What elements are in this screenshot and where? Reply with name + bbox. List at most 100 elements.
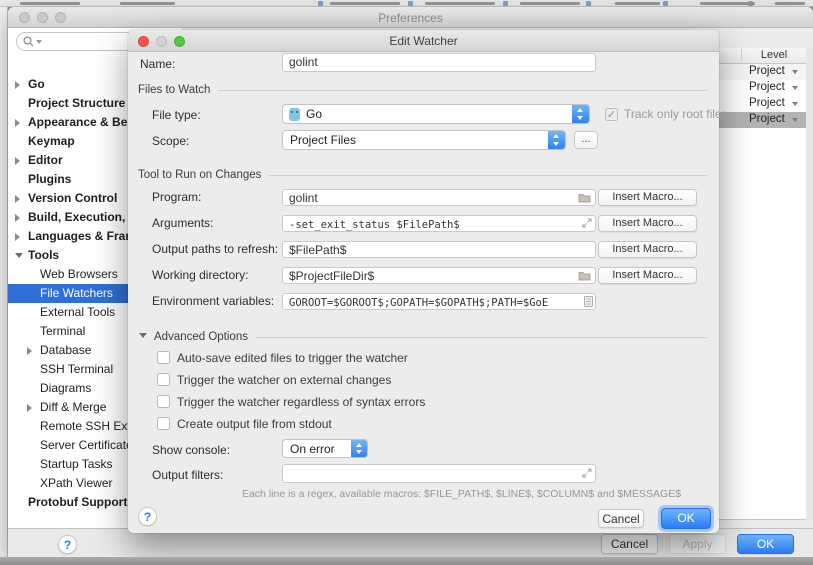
background-editor-tabs <box>0 0 813 7</box>
stepper-icon[interactable] <box>351 440 367 457</box>
level-select[interactable]: Project <box>749 113 785 125</box>
tab-text <box>520 2 580 5</box>
expand-icon[interactable] <box>582 468 592 478</box>
advanced-options-section[interactable]: Advanced Options <box>154 331 707 343</box>
chevron-right-icon[interactable] <box>15 214 20 222</box>
dialog-title: Edit Watcher <box>128 34 719 48</box>
arguments-label: Arguments: <box>152 215 213 232</box>
go-filetype-icon <box>289 108 300 121</box>
level-select[interactable]: Project <box>749 97 785 109</box>
help-button[interactable]: ? <box>58 535 77 554</box>
output-filters-hint: Each line is a regex, available macros: … <box>218 488 705 500</box>
screen: Preferences Go Project Structure Appeara… <box>0 0 813 565</box>
chevron-down-icon[interactable] <box>792 70 798 74</box>
preferences-titlebar[interactable]: Preferences <box>8 7 813 28</box>
show-console-value: On error <box>290 442 335 457</box>
section-label: Files to Watch <box>138 84 210 96</box>
chevron-right-icon[interactable] <box>15 119 20 127</box>
files-to-watch-section: Files to Watch <box>138 84 707 96</box>
show-console-select[interactable]: On error <box>282 439 368 458</box>
scope-label: Scope: <box>152 133 189 150</box>
output-filters-field[interactable] <box>282 464 596 483</box>
chevron-right-icon[interactable] <box>15 233 20 241</box>
insert-macro-button[interactable]: Insert Macro... <box>598 215 697 232</box>
name-label: Name: <box>140 56 175 73</box>
scope-value: Project Files <box>290 133 356 148</box>
insert-macro-button[interactable]: Insert Macro... <box>598 267 697 284</box>
file-icon <box>318 1 323 6</box>
folder-icon[interactable] <box>578 270 591 281</box>
folder-icon[interactable] <box>578 192 591 203</box>
expand-icon[interactable] <box>582 218 592 228</box>
output-paths-label: Output paths to refresh: <box>152 241 278 258</box>
dialog-titlebar[interactable]: Edit Watcher <box>128 30 719 52</box>
chevron-down-icon[interactable] <box>15 253 23 258</box>
cancel-button[interactable]: Cancel <box>601 534 658 554</box>
external-changes-checkbox[interactable] <box>157 373 170 386</box>
file-type-select[interactable]: Go <box>282 104 590 124</box>
stepper-icon[interactable] <box>572 105 589 123</box>
section-divider <box>269 175 707 176</box>
chevron-right-icon[interactable] <box>15 157 20 165</box>
autosave-checkbox[interactable] <box>157 351 170 364</box>
chevron-right-icon[interactable] <box>15 81 20 89</box>
level-select[interactable]: Project <box>749 65 785 77</box>
file-type-label: File type: <box>152 107 201 124</box>
working-directory-field[interactable]: $ProjectFileDir$ <box>282 267 596 284</box>
chevron-right-icon[interactable] <box>15 195 20 203</box>
window-right-edge <box>806 48 813 520</box>
show-console-label: Show console: <box>152 442 230 459</box>
search-icon <box>23 36 34 47</box>
section-divider <box>218 90 707 91</box>
output-filters-label: Output filters: <box>152 467 223 484</box>
environment-variables-field[interactable]: GOROOT=$GOROOT$;GOPATH=$GOPATH$;PATH=$Go… <box>282 293 596 310</box>
level-header-label: Level <box>741 49 806 61</box>
tab-text <box>20 2 80 5</box>
chevron-down-icon[interactable] <box>792 118 798 122</box>
scope-browse-button[interactable]: ... <box>574 131 598 149</box>
chevron-right-icon[interactable] <box>27 347 32 355</box>
program-field[interactable]: golint <box>282 189 596 206</box>
section-label: Advanced Options <box>154 331 248 343</box>
chevron-down-icon[interactable] <box>139 333 147 338</box>
insert-macro-button[interactable]: Insert Macro... <box>598 189 697 206</box>
tab-text <box>425 2 495 5</box>
tool-section: Tool to Run on Changes <box>138 169 707 181</box>
output-paths-field[interactable]: $FilePath$ <box>282 241 596 258</box>
syntax-errors-checkbox[interactable] <box>157 395 170 408</box>
arguments-field[interactable]: -set_exit_status $FilePath$ <box>282 215 596 232</box>
chevron-right-icon[interactable] <box>27 404 32 412</box>
tab-text <box>615 2 660 5</box>
file-type-value: Go <box>306 107 322 122</box>
chevron-down-icon[interactable] <box>792 86 798 90</box>
help-button[interactable]: ? <box>138 507 157 526</box>
name-field[interactable]: golint <box>282 53 596 72</box>
track-only-root-checkbox: ✓ <box>605 108 618 121</box>
tab-text <box>775 2 805 5</box>
chevron-down-icon[interactable] <box>792 102 798 106</box>
tab-text <box>120 2 175 5</box>
environment-variables-label: Environment variables: <box>152 293 274 310</box>
browse-variables-icon[interactable] <box>584 296 593 307</box>
tab-text <box>330 2 400 5</box>
desktop-strip <box>0 557 813 565</box>
section-divider <box>256 337 707 338</box>
ok-button[interactable]: OK <box>737 534 794 554</box>
ok-button[interactable]: OK <box>661 508 711 529</box>
working-directory-label: Working directory: <box>152 267 248 284</box>
edit-watcher-dialog: Edit Watcher Name: golint Files to Watch… <box>128 30 719 533</box>
tab-text <box>700 2 755 5</box>
stepper-icon[interactable] <box>548 131 565 149</box>
insert-macro-button[interactable]: Insert Macro... <box>598 241 697 258</box>
scope-select[interactable]: Project Files <box>282 130 566 150</box>
apply-button: Apply <box>669 534 726 554</box>
background-window-edge <box>0 7 8 558</box>
stdout-checkbox[interactable] <box>157 417 170 430</box>
section-label: Tool to Run on Changes <box>138 169 261 181</box>
program-label: Program: <box>152 189 201 206</box>
search-filter-caret-icon[interactable] <box>36 40 42 44</box>
track-only-root-label: Track only root files <box>624 107 728 122</box>
level-select[interactable]: Project <box>749 81 785 93</box>
cancel-button[interactable]: Cancel <box>598 509 644 528</box>
window-title: Preferences <box>8 11 813 25</box>
